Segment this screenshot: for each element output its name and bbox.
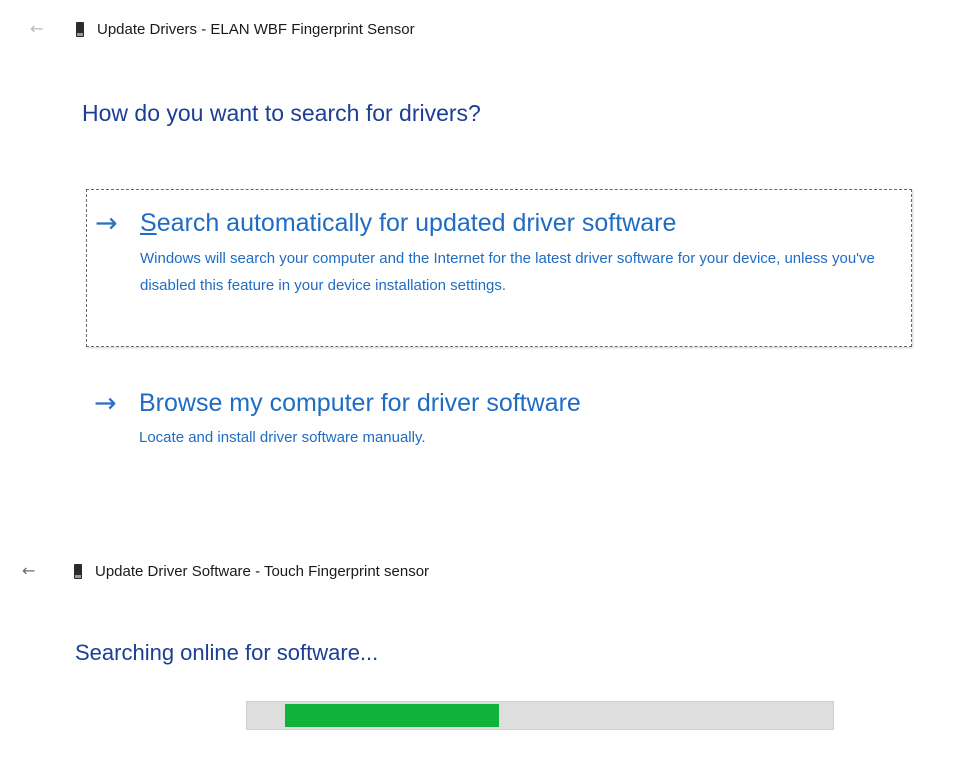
search-automatically-option[interactable]: → Search automatically for updated drive…: [86, 189, 912, 347]
fingerprint-device-icon: [74, 563, 82, 579]
browse-computer-description: Locate and install driver software manua…: [139, 429, 426, 446]
window-title: Update Drivers - ELAN WBF Fingerprint Se…: [97, 20, 415, 38]
fingerprint-device-icon: [76, 21, 84, 37]
update-drivers-dialog: ← Update Drivers - ELAN WBF Fingerprint …: [0, 0, 979, 510]
back-arrow-icon[interactable]: ←: [22, 563, 42, 579]
access-key-letter: S: [140, 209, 157, 237]
update-driver-software-dialog: ← Update Driver Software - Touch Fingerp…: [0, 540, 979, 764]
title-bar: ← Update Drivers - ELAN WBF Fingerprint …: [30, 15, 415, 43]
page-heading: How do you want to search for drivers?: [82, 100, 481, 126]
back-arrow-icon[interactable]: ←: [30, 21, 50, 37]
progress-bar-fill: [285, 704, 499, 727]
search-automatically-title[interactable]: Search automatically for updated driver …: [140, 208, 676, 238]
arrow-right-icon: →: [95, 208, 118, 239]
search-automatically-description: Windows will search your computer and th…: [140, 250, 875, 294]
search-automatically-title-text: earch automatically for updated driver s…: [156, 209, 677, 237]
window-title: Update Driver Software - Touch Fingerpri…: [95, 562, 430, 580]
progress-bar: [246, 701, 834, 730]
browse-computer-option[interactable]: → Browse my computer for driver software…: [86, 380, 912, 460]
title-bar: ← Update Driver Software - Touch Fingerp…: [22, 557, 429, 585]
arrow-right-icon: →: [94, 388, 117, 419]
browse-computer-title[interactable]: Browse my computer for driver software: [139, 388, 581, 418]
status-heading: Searching online for software...: [75, 640, 379, 665]
